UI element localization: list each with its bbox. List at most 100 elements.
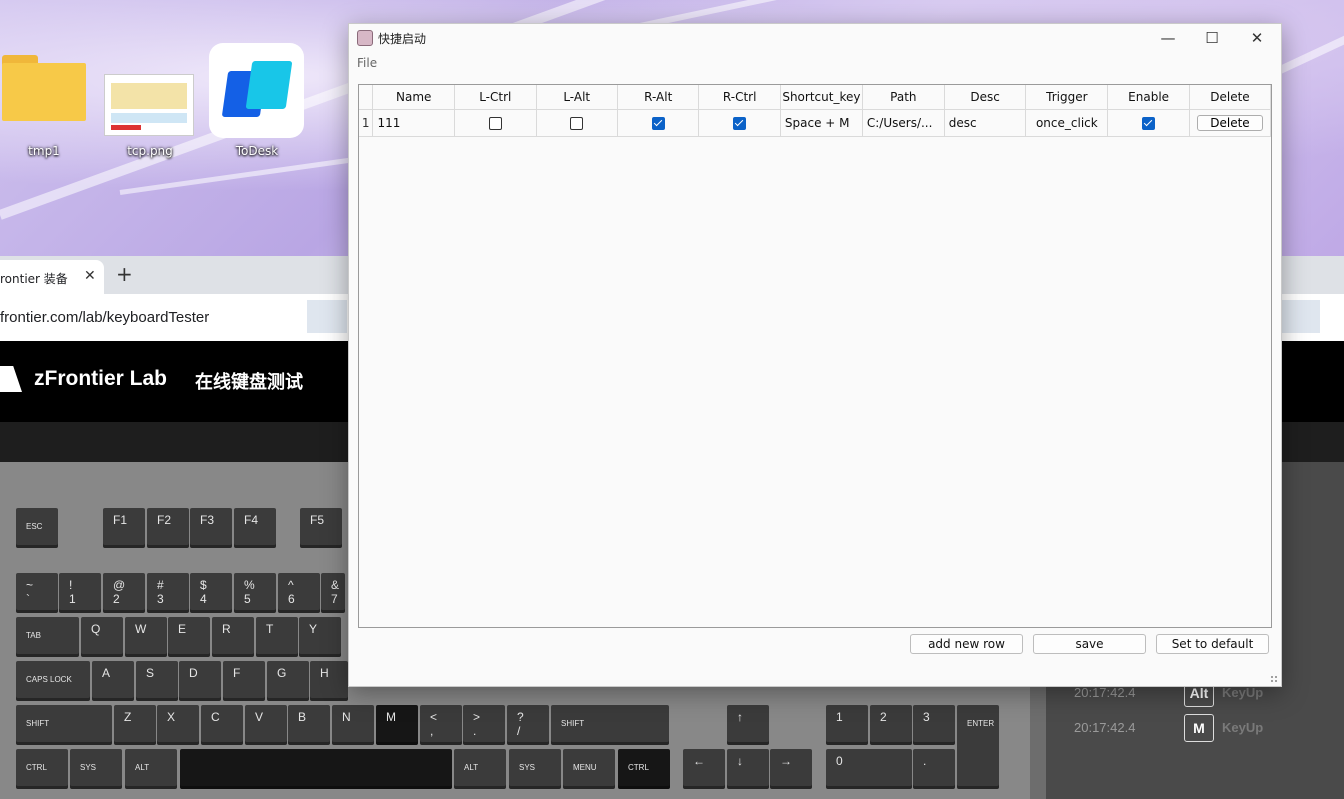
cell-l-ctrl[interactable] xyxy=(454,109,537,137)
cell-desc[interactable]: desc xyxy=(944,109,1027,137)
key-capslock[interactable]: CAPS LOCK xyxy=(16,661,90,701)
key-ctrl-right[interactable]: CTRL xyxy=(618,749,670,789)
key-n[interactable]: N xyxy=(332,705,374,745)
key-backtick[interactable]: ~ ` xyxy=(16,573,58,613)
set-to-default-button[interactable]: Set to default xyxy=(1156,634,1269,654)
key-m[interactable]: M xyxy=(376,705,418,745)
site-subtitle[interactable]: 在线键盘测试 xyxy=(195,368,303,394)
key-f2[interactable]: F2 xyxy=(147,508,189,548)
maximize-button[interactable]: ☐ xyxy=(1202,28,1222,48)
key-d[interactable]: D xyxy=(179,661,221,701)
key-x[interactable]: X xyxy=(157,705,199,745)
key-h[interactable]: H xyxy=(310,661,348,701)
key-num1[interactable]: 1 xyxy=(826,705,868,745)
key-q[interactable]: Q xyxy=(81,617,123,657)
key-sys-left[interactable]: SYS xyxy=(70,749,122,789)
key-arrow-right[interactable]: → xyxy=(770,749,812,789)
cell-enable[interactable] xyxy=(1107,109,1190,137)
key-r[interactable]: R xyxy=(212,617,254,657)
key-f3[interactable]: F3 xyxy=(190,508,232,548)
key-shift-left[interactable]: SHIFT xyxy=(16,705,112,745)
key-alt-left[interactable]: ALT xyxy=(125,749,177,789)
col-header-desc[interactable]: Desc xyxy=(944,85,1027,110)
key-7[interactable]: & 7 xyxy=(321,573,345,613)
cell-l-alt[interactable] xyxy=(536,109,618,137)
col-header-trigger[interactable]: Trigger xyxy=(1025,85,1109,110)
key-4[interactable]: $4 xyxy=(190,573,232,613)
cell-name[interactable]: 111 xyxy=(372,109,456,137)
key-c[interactable]: C xyxy=(201,705,243,745)
cell-r-ctrl[interactable] xyxy=(698,109,781,137)
key-shift-right[interactable]: SHIFT xyxy=(551,705,669,745)
col-header-path[interactable]: Path xyxy=(862,85,945,110)
key-num0[interactable]: 0 xyxy=(826,749,912,789)
new-tab-button[interactable]: + xyxy=(116,262,133,286)
r-ctrl-checkbox[interactable] xyxy=(733,117,747,130)
desktop-icon-todesk[interactable]: ToDesk xyxy=(209,0,305,170)
key-num2[interactable]: 2 xyxy=(870,705,912,745)
col-header-enable[interactable]: Enable xyxy=(1107,85,1190,110)
desktop-icon-tmp1[interactable]: tmp1 xyxy=(0,0,96,170)
key-6[interactable]: ^ 6 xyxy=(278,573,320,613)
browser-tab[interactable]: rontier 装备 ✕ xyxy=(0,260,104,294)
key-arrow-up[interactable]: ↑ xyxy=(727,705,769,745)
save-button[interactable]: save xyxy=(1033,634,1146,654)
key-s[interactable]: S xyxy=(136,661,178,701)
cell-path[interactable]: C:/Users/... xyxy=(862,109,945,137)
key-num3[interactable]: 3 xyxy=(913,705,955,745)
key-v[interactable]: V xyxy=(245,705,287,745)
close-button[interactable]: ✕ xyxy=(1247,28,1267,48)
col-header-name[interactable]: Name xyxy=(372,85,456,110)
col-header-r-alt[interactable]: R-Alt xyxy=(617,85,700,110)
delete-row-button[interactable]: Delete xyxy=(1196,115,1263,131)
tab-close-icon[interactable]: ✕ xyxy=(84,268,96,284)
key-t[interactable]: T xyxy=(256,617,298,657)
key-esc[interactable]: ESC xyxy=(16,508,58,548)
key-alt-right[interactable]: ALT xyxy=(454,749,506,789)
key-arrow-left[interactable]: ← xyxy=(683,749,725,789)
cell-trigger[interactable]: once_click xyxy=(1025,109,1109,137)
menu-file[interactable]: File xyxy=(357,56,377,70)
key-arrow-down[interactable]: ↓ xyxy=(727,749,769,789)
key-f4[interactable]: F4 xyxy=(234,508,276,548)
cell-shortcut-key[interactable]: Space + M xyxy=(780,109,863,137)
key-tab[interactable]: TAB xyxy=(16,617,79,657)
enable-checkbox[interactable] xyxy=(1142,117,1156,130)
desktop-icon-tcp-png[interactable]: tcp.png xyxy=(102,0,198,170)
key-z[interactable]: Z xyxy=(114,705,156,745)
site-logo-icon[interactable] xyxy=(0,366,22,392)
key-3[interactable]: #3 xyxy=(147,573,189,613)
key-comma[interactable]: <, xyxy=(420,705,462,745)
key-space[interactable] xyxy=(180,749,452,789)
key-menu[interactable]: MENU xyxy=(563,749,615,789)
key-1[interactable]: ! 1 xyxy=(59,573,101,613)
l-ctrl-checkbox[interactable] xyxy=(488,117,502,130)
l-alt-checkbox[interactable] xyxy=(570,117,584,130)
col-header-delete[interactable]: Delete xyxy=(1189,85,1272,110)
add-new-row-button[interactable]: add new row xyxy=(910,634,1023,654)
col-header-r-ctrl[interactable]: R-Ctrl xyxy=(698,85,781,110)
key-2[interactable]: @2 xyxy=(103,573,145,613)
window-titlebar[interactable]: 快捷启动 — ☐ ✕ xyxy=(349,24,1281,52)
col-header-l-ctrl[interactable]: L-Ctrl xyxy=(454,85,537,110)
key-period[interactable]: >. xyxy=(463,705,505,745)
key-slash[interactable]: ? / xyxy=(507,705,549,745)
key-e[interactable]: E xyxy=(168,617,210,657)
site-brand[interactable]: zFrontier Lab xyxy=(34,367,167,391)
resize-grip-icon[interactable] xyxy=(1270,675,1278,683)
cell-r-alt[interactable] xyxy=(617,109,700,137)
url-text[interactable]: frontier.com/lab/keyboardTester xyxy=(0,309,209,326)
key-5[interactable]: % 5 xyxy=(234,573,276,613)
corner-cell[interactable] xyxy=(359,85,374,110)
minimize-button[interactable]: — xyxy=(1158,28,1178,48)
key-b[interactable]: B xyxy=(288,705,330,745)
col-header-l-alt[interactable]: L-Alt xyxy=(536,85,618,110)
row-number[interactable]: 1 xyxy=(359,109,374,137)
key-f[interactable]: F xyxy=(223,661,265,701)
r-alt-checkbox[interactable] xyxy=(651,117,665,130)
key-numdot[interactable]: . xyxy=(913,749,955,789)
key-f5[interactable]: F5 xyxy=(300,508,342,548)
key-g[interactable]: G xyxy=(267,661,309,701)
key-ctrl-left[interactable]: CTRL xyxy=(16,749,68,789)
key-sys-right[interactable]: SYS xyxy=(509,749,561,789)
